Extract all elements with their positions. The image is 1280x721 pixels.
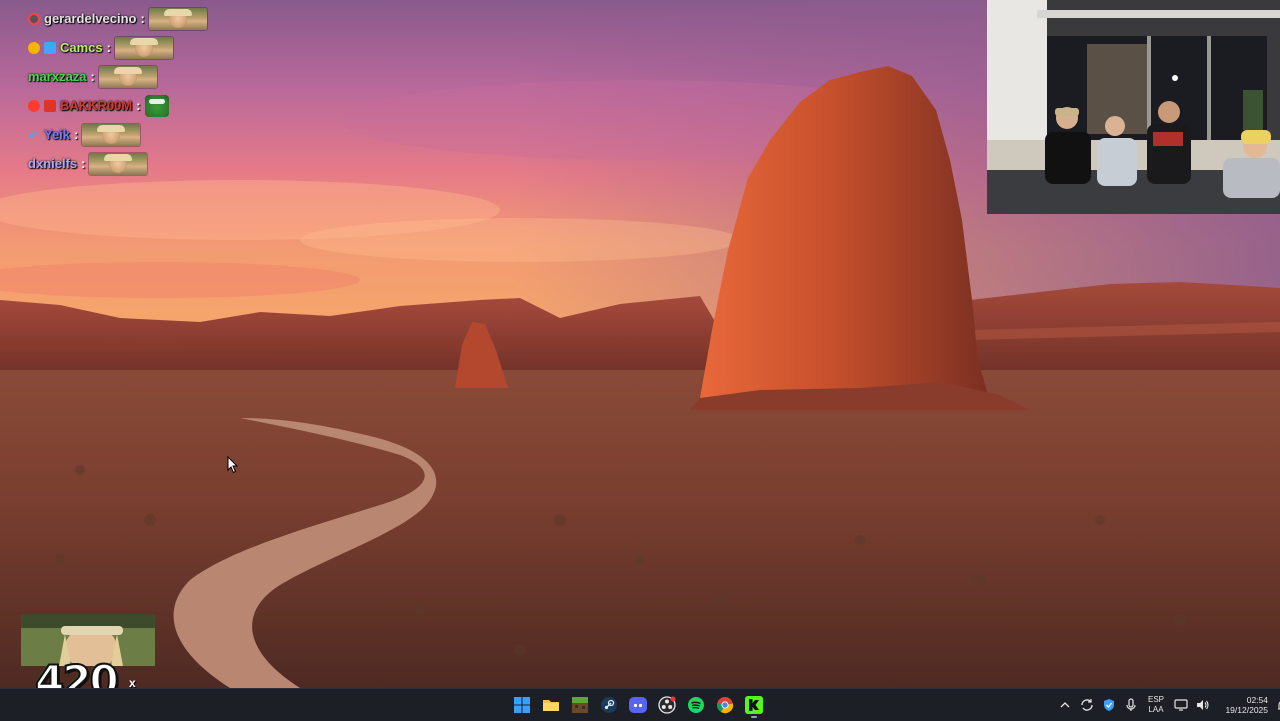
tray-microphone-button[interactable] bbox=[1120, 689, 1142, 721]
obs-icon bbox=[658, 696, 676, 714]
chevron-up-icon bbox=[1060, 701, 1070, 709]
microphone-icon bbox=[1125, 698, 1137, 712]
chat-message: ✔ Yeik: bbox=[28, 120, 288, 149]
chat-message: Camcs: bbox=[28, 33, 288, 62]
chat-colon: : bbox=[141, 11, 145, 26]
taskbar-steam[interactable] bbox=[597, 691, 621, 719]
face-emote-icon bbox=[99, 66, 157, 88]
chat-message: marxzaza: bbox=[28, 62, 288, 91]
spotify-icon bbox=[687, 696, 705, 714]
start-button[interactable] bbox=[510, 691, 534, 719]
chat-colon: : bbox=[81, 156, 85, 171]
chat-overlay: gerardelvecino: Camcs: marxzaza: BAKKR00… bbox=[28, 4, 288, 178]
notifications-button[interactable] bbox=[1272, 689, 1280, 721]
chat-username: BAKKR00M bbox=[60, 98, 132, 113]
minecraft-icon bbox=[572, 697, 588, 713]
mouse-cursor-icon bbox=[227, 456, 239, 474]
webcam-image bbox=[987, 0, 1280, 214]
language-indicator[interactable]: ESP LAA bbox=[1142, 689, 1170, 721]
moderator-badge-icon bbox=[28, 13, 40, 25]
chat-username: dxnielfs bbox=[28, 156, 77, 171]
taskbar-apps bbox=[510, 689, 766, 721]
verified-badge-icon: ✔ bbox=[28, 129, 40, 141]
coin-badge-icon bbox=[28, 42, 40, 54]
keyboard-layout: LAA bbox=[1148, 705, 1163, 715]
show-hidden-icons-button[interactable] bbox=[1054, 689, 1076, 721]
language-code: ESP bbox=[1148, 695, 1164, 705]
shield-icon bbox=[1102, 698, 1116, 712]
kick-icon bbox=[745, 696, 763, 714]
chat-username: gerardelvecino bbox=[44, 11, 137, 26]
discord-icon bbox=[629, 697, 647, 713]
clock-date: 19/12/2025 bbox=[1225, 705, 1268, 715]
folder-icon bbox=[542, 697, 560, 713]
taskbar-spotify[interactable] bbox=[684, 691, 708, 719]
speaker-icon bbox=[1196, 699, 1210, 711]
tray-sync-button[interactable] bbox=[1076, 689, 1098, 721]
sync-icon bbox=[1080, 698, 1094, 712]
chat-username: Camcs bbox=[60, 40, 103, 55]
face-emote-icon bbox=[89, 153, 147, 175]
fire-badge-icon bbox=[28, 100, 40, 112]
chat-username: marxzaza bbox=[28, 69, 87, 84]
taskbar-chrome[interactable] bbox=[713, 691, 737, 719]
taskbar-clock[interactable]: 02:54 19/12/2025 bbox=[1220, 689, 1268, 721]
system-tray: ESP LAA 02:54 19/12/2025 bbox=[1054, 689, 1280, 721]
chrome-icon bbox=[716, 696, 734, 714]
taskbar-minecraft[interactable] bbox=[568, 691, 592, 719]
chat-colon: : bbox=[74, 127, 78, 142]
notification-bell-icon bbox=[1277, 699, 1280, 712]
clock-time: 02:54 bbox=[1247, 695, 1268, 705]
tray-security-button[interactable] bbox=[1098, 689, 1120, 721]
face-emote-icon bbox=[82, 124, 140, 146]
cube-badge-icon bbox=[44, 42, 56, 54]
taskbar-obs[interactable] bbox=[655, 691, 679, 719]
chat-colon: : bbox=[136, 98, 140, 113]
windows-icon bbox=[514, 697, 530, 713]
flag-badge-icon bbox=[44, 100, 56, 112]
steam-icon bbox=[601, 697, 617, 713]
taskbar-discord[interactable] bbox=[626, 691, 650, 719]
chat-colon: : bbox=[107, 40, 111, 55]
frog-emote-icon bbox=[145, 95, 169, 117]
taskbar: ESP LAA 02:54 19/12/2025 bbox=[0, 688, 1280, 721]
chat-message: dxnielfs: bbox=[28, 149, 288, 178]
chat-message: gerardelvecino: bbox=[28, 4, 288, 33]
webcam-feed bbox=[987, 0, 1280, 214]
chat-colon: : bbox=[91, 69, 95, 84]
monitor-network-icon bbox=[1174, 699, 1188, 711]
taskbar-file-explorer[interactable] bbox=[539, 691, 563, 719]
tray-network-button[interactable] bbox=[1170, 689, 1192, 721]
tray-volume-button[interactable] bbox=[1192, 689, 1214, 721]
taskbar-kick[interactable] bbox=[742, 691, 766, 719]
face-emote-icon bbox=[115, 37, 173, 59]
face-emote-icon bbox=[149, 8, 207, 30]
chat-message: BAKKR00M: bbox=[28, 91, 288, 120]
chat-username: Yeik bbox=[44, 127, 70, 142]
